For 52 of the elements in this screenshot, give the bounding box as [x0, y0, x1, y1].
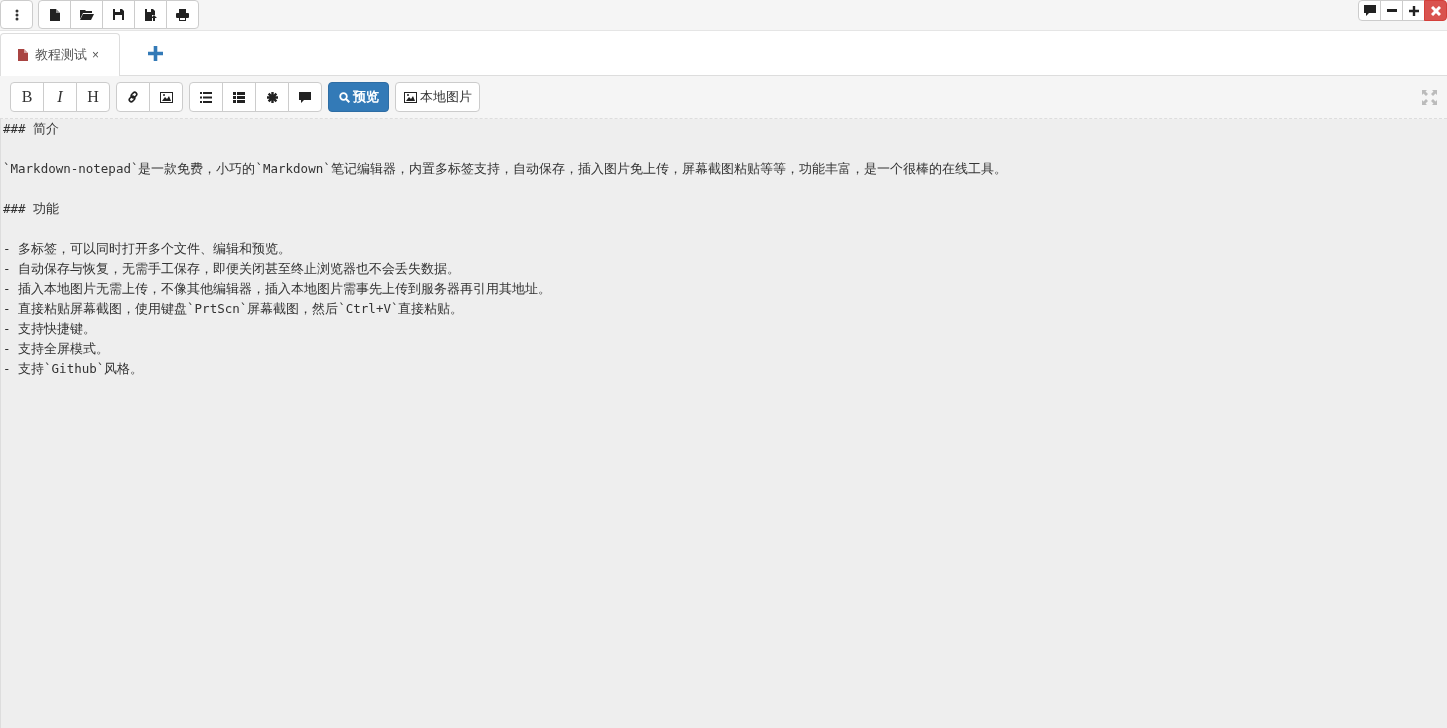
quote-button[interactable]: [288, 82, 322, 112]
minimize-icon: [1386, 9, 1397, 12]
minimize-button[interactable]: [1380, 0, 1403, 21]
image-button[interactable]: [149, 82, 183, 112]
link-button[interactable]: [116, 82, 150, 112]
file-icon: [49, 8, 60, 21]
numbered-list-button[interactable]: [189, 82, 223, 112]
italic-button[interactable]: I: [43, 82, 77, 112]
open-button[interactable]: [70, 0, 103, 29]
folder-icon: [79, 9, 94, 20]
close-button[interactable]: [1424, 0, 1447, 21]
image-icon: [403, 91, 417, 103]
editor-line: - 支持快捷键。: [3, 320, 97, 338]
editor-line: - 支持全屏模式。: [3, 340, 110, 358]
editor-line: - 支持`Github`风格。: [3, 360, 144, 378]
bold-button[interactable]: B: [10, 82, 44, 112]
save-button[interactable]: [102, 0, 135, 29]
speech-bubble-icon: [1363, 5, 1376, 16]
editor-line: - 自动保存与恢复，无需手工保存，即便关闭甚至终止浏览器也不会丢失数据。: [3, 260, 461, 278]
list-icon: [233, 91, 245, 103]
save-as-button[interactable]: [134, 0, 167, 29]
file-icon: [18, 49, 28, 61]
maximize-button[interactable]: [1402, 0, 1425, 21]
new-tab-button[interactable]: [148, 45, 163, 61]
link-icon: [127, 91, 139, 103]
preview-button[interactable]: 预览: [328, 82, 389, 112]
local-image-button[interactable]: 本地图片: [395, 82, 480, 112]
print-button[interactable]: [166, 0, 199, 29]
editor-line: ### 简介: [3, 120, 60, 138]
editor-line: - 插入本地图片无需上传，不像其他编辑器，插入本地图片需事先上传到服务器再引用其地址。: [3, 280, 552, 298]
editor-line: - 直接粘贴屏幕截图，使用键盘`PrtScn`屏幕截图，然后`Ctrl+V`直接粘贴。: [3, 300, 464, 318]
editor-line: ### 功能: [3, 200, 60, 218]
speech-bubble-icon: [299, 91, 311, 103]
numbered-list-icon: [200, 91, 212, 103]
search-icon: [338, 91, 350, 103]
plus-icon: [148, 45, 163, 61]
image-icon: [159, 91, 173, 103]
heading-button[interactable]: H: [76, 82, 110, 112]
tab-close-button[interactable]: ×: [92, 48, 99, 62]
asterisk-icon: [266, 91, 278, 103]
editor-line: - 多标签，可以同时打开多个文件、编辑和预览。: [3, 240, 292, 258]
asterisk-button[interactable]: [255, 82, 289, 112]
bullet-list-button[interactable]: [222, 82, 256, 112]
plus-icon: [1408, 5, 1419, 16]
new-file-button[interactable]: [38, 0, 71, 29]
printer-icon: [176, 8, 189, 21]
floppy-disk-arrow-icon: [144, 8, 157, 21]
menu-icon: [14, 8, 19, 21]
comment-button[interactable]: [1358, 0, 1381, 21]
close-icon: [1430, 5, 1441, 16]
editor-line: `Markdown-notepad`是一款免费，小巧的`Markdown`笔记编辑器，内置多标签支持，自动保存，插入图片免上传，屏幕截图粘贴等等，功能丰富，是一个很棒的在线工具。: [3, 160, 1007, 178]
document-tab[interactable]: 教程测试 ×: [0, 33, 120, 76]
